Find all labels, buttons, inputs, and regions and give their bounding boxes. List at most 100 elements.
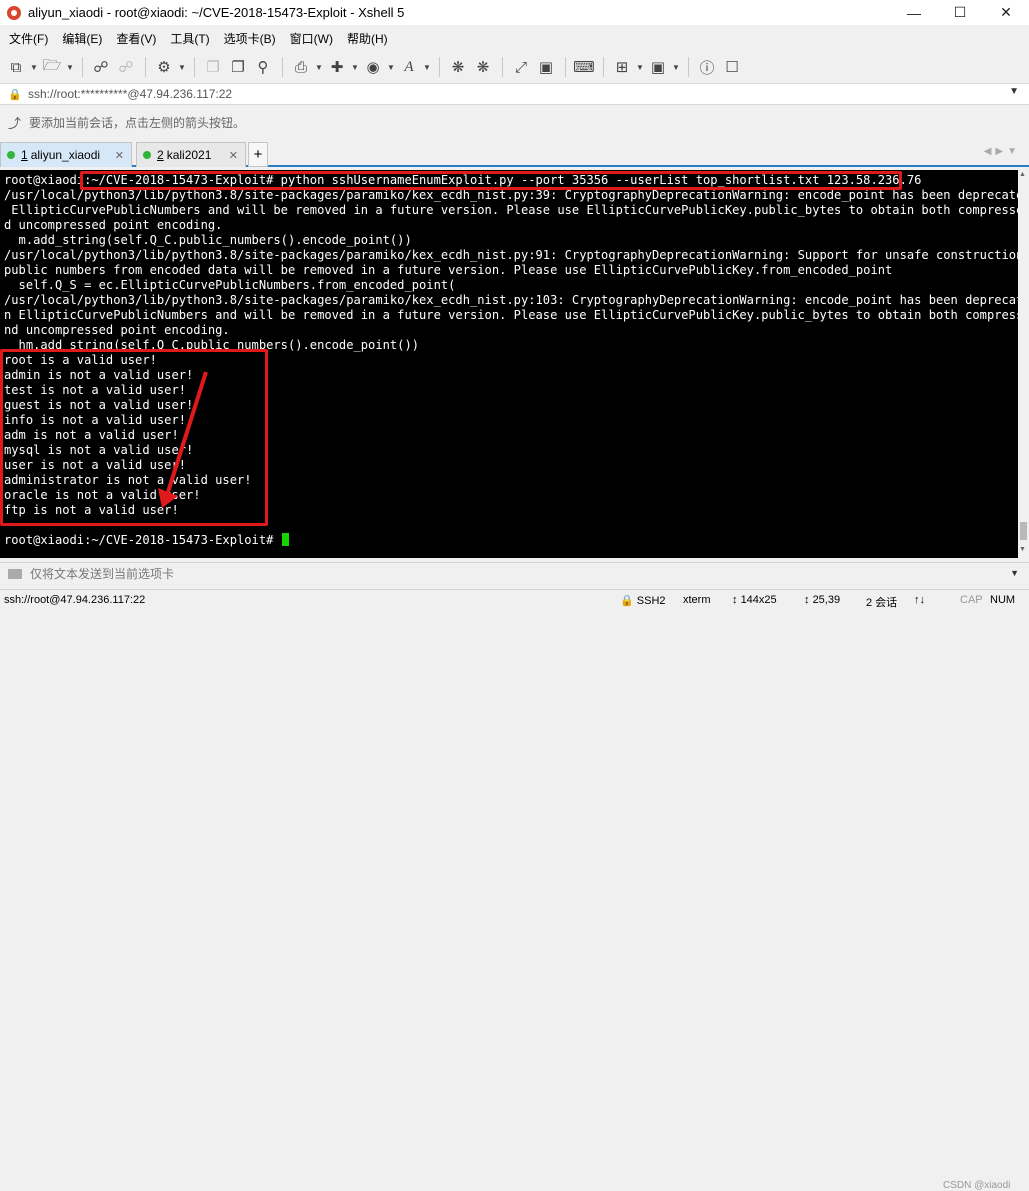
status-cursor-position: ↕ 25,39 (804, 594, 841, 606)
layout-dropdown-icon[interactable]: ▼ (671, 56, 681, 78)
font-dropdown-icon[interactable]: ▼ (422, 56, 432, 78)
globe-dropdown-icon[interactable]: ▼ (386, 56, 396, 78)
add-session-arrow-icon[interactable]: ⤴ (8, 113, 21, 132)
reconnect-icon[interactable]: ☍ (89, 56, 113, 78)
disconnect-icon[interactable]: ☍ (114, 56, 138, 78)
address-dropdown-icon[interactable]: ▼ (1009, 86, 1019, 97)
connected-status-icon (143, 151, 151, 159)
keyboard-icon[interactable]: ⌨ (572, 56, 596, 78)
status-num: NUM (990, 594, 1016, 606)
terminal-prompt: root@xiaodi:~/CVE-2018-15473-Exploit# (4, 533, 281, 547)
menu-window[interactable]: 窗口(W) (285, 30, 338, 47)
tab-bar: 1 aliyun_xiaodi ✕ 2 kali2021 ✕ + ◀▶▼ (0, 140, 1029, 167)
minimize-icon[interactable]: — (891, 0, 937, 25)
xmanager-icon[interactable]: ❋ (471, 56, 495, 78)
scrollbar-thumb[interactable] (1020, 522, 1027, 540)
menu-edit[interactable]: 编辑(E) (57, 30, 107, 47)
arrow-shaft (166, 371, 208, 493)
status-size: ↕ 144x25 (732, 594, 777, 606)
window-controls: — ☐ ✕ (891, 0, 1029, 25)
maximize-icon[interactable]: ☐ (937, 0, 983, 25)
tab-kali2021[interactable]: 2 kali2021 ✕ (136, 142, 246, 167)
status-sessions-arrows[interactable]: ↑↓ (914, 594, 925, 606)
menu-file[interactable]: 文件(F) (4, 30, 53, 47)
status-sessions: 2 会话 (866, 597, 898, 609)
terminal-line: nd uncompressed point encoding. (4, 323, 230, 337)
globe-icon[interactable]: ◉ (361, 56, 385, 78)
add-tab-button[interactable]: + (248, 142, 268, 167)
connected-status-icon (7, 151, 15, 159)
new-session-icon[interactable]: ⧉ (4, 56, 28, 78)
terminal-line: /usr/local/python3/lib/python3.8/site-pa… (4, 293, 1018, 307)
close-icon[interactable]: ✕ (983, 0, 1029, 25)
fullscreen-icon[interactable]: ⤢ (509, 56, 533, 78)
compose-bar[interactable]: 仅将文本发送到当前选项卡 ▼ (0, 562, 1029, 584)
status-terminal-type: xterm (683, 594, 711, 606)
lock-screen-icon[interactable]: ▣ (534, 56, 558, 78)
xshell-logo-icon (7, 5, 21, 20)
menu-tabs[interactable]: 选项卡(B) (219, 30, 281, 47)
new-session-dropdown-icon[interactable]: ▼ (29, 56, 39, 78)
toolbar-divider (194, 57, 195, 77)
transfer-icon[interactable]: ✚ (325, 56, 349, 78)
tab-aliyun-xiaodi[interactable]: 1 aliyun_xiaodi ✕ (0, 142, 132, 167)
compose-input[interactable]: 仅将文本发送到当前选项卡 (30, 565, 174, 582)
chat-icon[interactable]: ☐ (720, 56, 744, 78)
menu-help[interactable]: 帮助(H) (342, 30, 393, 47)
terminal-cursor (281, 533, 289, 546)
properties-icon[interactable]: ⚙ (152, 56, 176, 78)
terminal-output[interactable]: root@xiaodi:~/CVE-2018-15473-Exploit# py… (0, 170, 1018, 558)
keyboard-send-icon (8, 568, 22, 579)
terminal-line: /usr/local/python3/lib/python3.8/site-pa… (4, 188, 1018, 202)
ssh-lock-icon: 🔒 (620, 595, 637, 607)
compose-dropdown-icon[interactable]: ▼ (1010, 568, 1019, 578)
menu-view[interactable]: 查看(V) (111, 30, 161, 47)
find-icon[interactable]: ⚲ (251, 56, 275, 78)
paste-icon[interactable]: ❐ (226, 56, 250, 78)
toolbar-divider (145, 57, 146, 77)
csdn-watermark: CSDN @xiaodi (943, 1180, 1011, 1191)
tab-close-icon[interactable]: ✕ (115, 149, 124, 162)
terminal-line: n EllipticCurvePublicNumbers and will be… (4, 308, 1018, 322)
toolbar-divider (688, 57, 689, 77)
print-dropdown-icon[interactable]: ▼ (314, 56, 324, 78)
status-bar: ssh://root@47.94.236.117:22 🔒 SSH2 xterm… (0, 589, 1029, 1191)
session-hint-text: 要添加当前会话，点击左侧的箭头按钮。 (29, 115, 246, 130)
status-protocol: 🔒 SSH2 (620, 595, 666, 607)
window-title: aliyun_xiaodi - root@xiaodi: ~/CVE-2018-… (28, 5, 405, 20)
terminal-line: EllipticCurvePublicNumbers and will be r… (4, 203, 1018, 217)
menu-bar: 文件(F) 编辑(E) 查看(V) 工具(T) 选项卡(B) 窗口(W) 帮助(… (0, 26, 1029, 50)
transfer-dropdown-icon[interactable]: ▼ (350, 56, 360, 78)
open-folder-icon[interactable]: 🗁 (40, 56, 64, 78)
layout-icon[interactable]: ▣ (646, 56, 670, 78)
tab-label: aliyun_xiaodi (30, 148, 101, 162)
new-tab-icon[interactable]: ⊞ (610, 56, 634, 78)
address-input[interactable]: ssh://root:**********@47.94.236.117:22 (28, 87, 232, 101)
scroll-up-icon[interactable]: ▲ (1019, 171, 1026, 178)
new-tab-dropdown-icon[interactable]: ▼ (635, 56, 645, 78)
tab-number: 1 (21, 148, 28, 162)
status-cap: CAP (960, 594, 983, 606)
terminal-line: /usr/local/python3/lib/python3.8/site-pa… (4, 248, 1018, 262)
tab-scroll-arrows[interactable]: ◀▶▼ (984, 146, 1021, 157)
tab-close-icon[interactable]: ✕ (229, 149, 238, 162)
toolbar-divider (603, 57, 604, 77)
menu-tools[interactable]: 工具(T) (165, 30, 214, 47)
toolbar: ⧉ ▼ 🗁 ▼ ☍ ☍ ⚙ ▼ ❐ ❐ ⚲ ⎙ ▼ ✚ ▼ ◉ ▼ A ▼ ❋ … (0, 52, 1029, 82)
lock-icon: 🔒 (8, 88, 22, 101)
terminal-scrollbar[interactable]: ▲ ▼ (1018, 170, 1029, 558)
copy-icon[interactable]: ❐ (201, 56, 225, 78)
address-bar[interactable]: 🔒 ssh://root:**********@47.94.236.117:22… (0, 83, 1029, 105)
print-icon[interactable]: ⎙ (289, 56, 313, 78)
terminal-line: m.add_string(self.Q_C.public_numbers().e… (4, 233, 412, 247)
title-bar: aliyun_xiaodi - root@xiaodi: ~/CVE-2018-… (0, 0, 1029, 25)
properties-dropdown-icon[interactable]: ▼ (177, 56, 187, 78)
results-highlight-box (0, 349, 268, 526)
open-dropdown-icon[interactable]: ▼ (65, 56, 75, 78)
toolbar-divider (439, 57, 440, 77)
scroll-down-icon[interactable]: ▼ (1019, 546, 1026, 553)
tab-label: kali2021 (166, 148, 212, 162)
xftp-icon[interactable]: ❋ (446, 56, 470, 78)
font-icon[interactable]: A (397, 56, 421, 78)
help-icon[interactable]: ⓘ (695, 56, 719, 78)
